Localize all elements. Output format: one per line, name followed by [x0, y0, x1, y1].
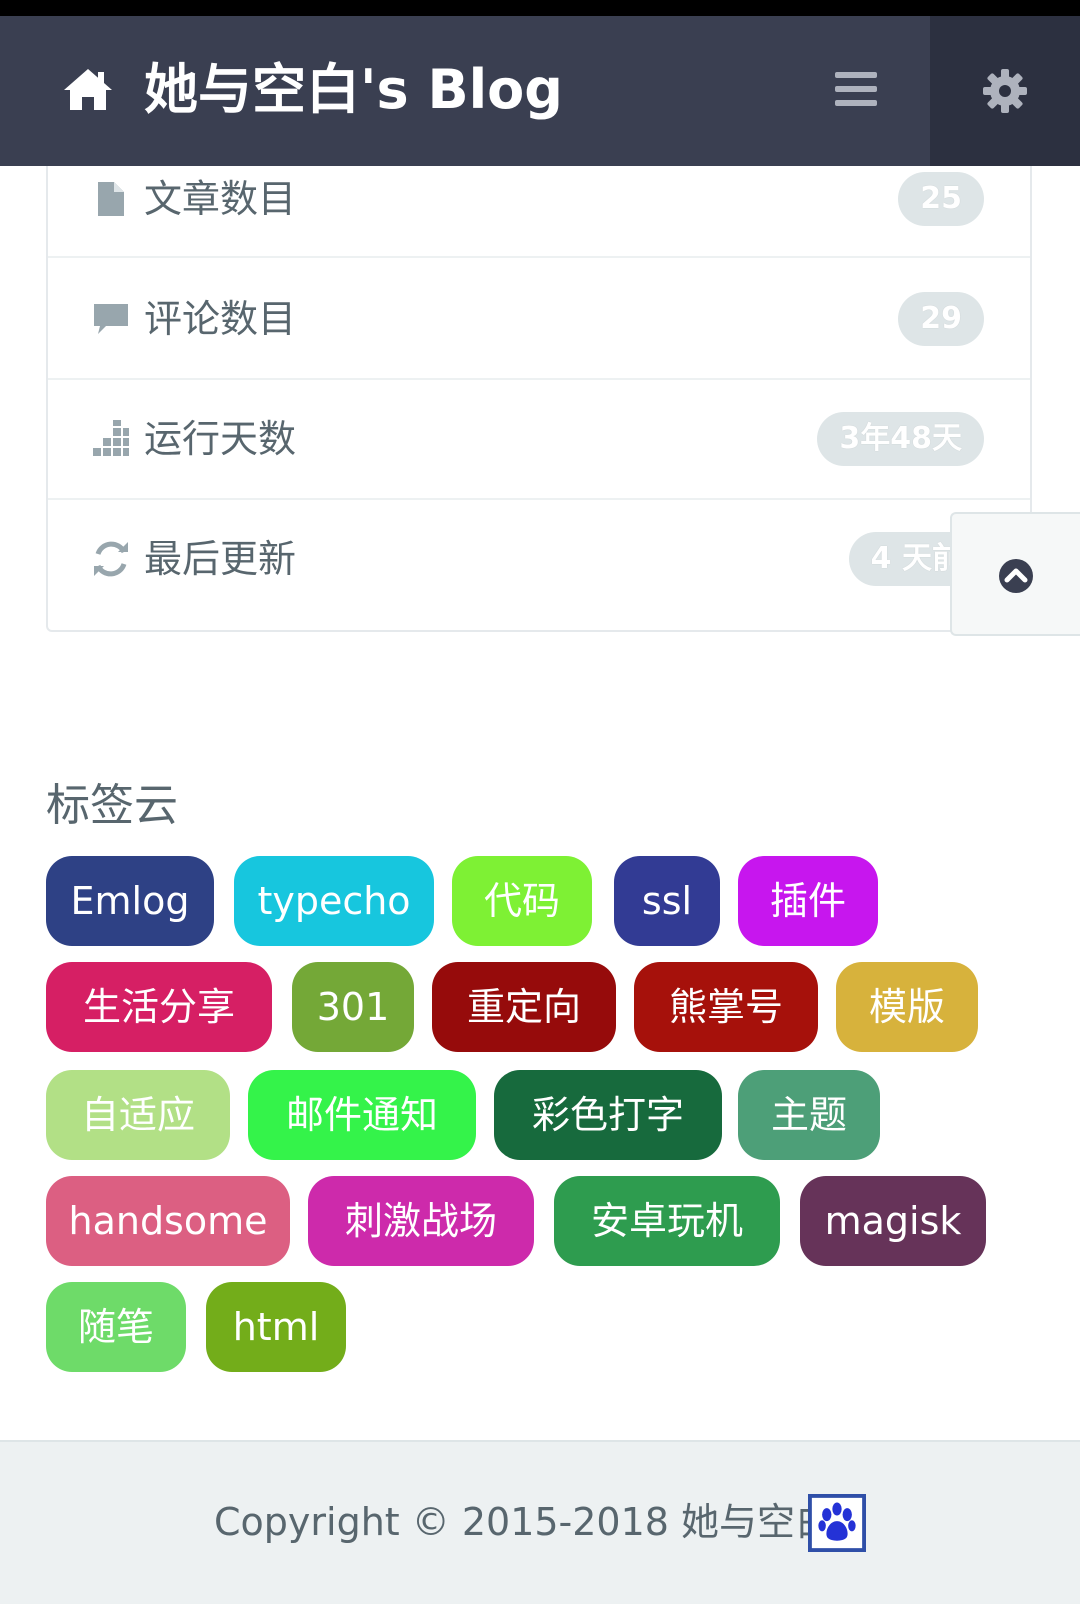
menu-icon[interactable]: [835, 70, 877, 108]
tag-link[interactable]: 插件: [738, 856, 878, 946]
tag-link[interactable]: 模版: [836, 962, 978, 1052]
stat-label: 文章数目: [144, 177, 297, 221]
tag-link[interactable]: 熊掌号: [634, 962, 818, 1052]
tag-link[interactable]: 生活分享: [46, 962, 272, 1052]
tag-link[interactable]: 代码: [452, 856, 592, 946]
tag-link[interactable]: 重定向: [432, 962, 616, 1052]
chevron-up-circle-icon[interactable]: [998, 558, 1034, 594]
tag-link[interactable]: 安卓玩机: [554, 1176, 780, 1266]
stat-count-badge: 25: [898, 172, 984, 226]
stat-count-badge: 3年48天: [817, 412, 984, 466]
tag-link[interactable]: typecho: [234, 856, 434, 946]
stat-item-comments: 评论数目 29: [48, 258, 1030, 380]
tag-link[interactable]: 邮件通知: [248, 1070, 476, 1160]
stat-item-posts: 文章数目 25: [48, 136, 1030, 258]
tag-link[interactable]: 主题: [738, 1070, 880, 1160]
stat-label: 评论数目: [144, 297, 297, 341]
tag-link[interactable]: handsome: [46, 1176, 290, 1266]
stat-label: 最后更新: [144, 537, 297, 581]
tag-link[interactable]: 刺激战场: [308, 1176, 534, 1266]
footer: Copyright © 2015-2018 她与空白: [0, 1440, 1080, 1604]
stat-count-badge: 29: [898, 292, 984, 346]
site-brand[interactable]: 她与空白's Blog: [144, 54, 563, 126]
tag-link[interactable]: magisk: [800, 1176, 986, 1266]
tag-link[interactable]: 301: [292, 962, 414, 1052]
comment-icon: [94, 304, 128, 334]
tag-link[interactable]: ssl: [614, 856, 720, 946]
tag-link[interactable]: html: [206, 1282, 346, 1372]
bar-chart-icon: [93, 420, 129, 456]
tag-link[interactable]: 彩色打字: [494, 1070, 722, 1160]
tag-link[interactable]: 自适应: [46, 1070, 230, 1160]
file-icon: [98, 182, 124, 216]
stat-item-uptime: 运行天数 3年48天: [48, 378, 1030, 500]
stat-item-last-update: 最后更新 4 天前: [48, 498, 1030, 620]
tag-link[interactable]: Emlog: [46, 856, 214, 946]
home-icon[interactable]: [62, 66, 114, 112]
gear-icon[interactable]: [982, 68, 1028, 114]
tag-link[interactable]: 随笔: [46, 1282, 186, 1372]
status-bar-strip: [0, 0, 1080, 16]
back-to-top-button[interactable]: [950, 512, 1080, 636]
copyright-text: Copyright © 2015-2018 她与空白: [214, 1500, 834, 1544]
tagcloud-title: 标签云: [46, 780, 178, 831]
refresh-icon: [94, 541, 128, 577]
stat-label: 运行天数: [144, 417, 297, 461]
paw-icon[interactable]: [808, 1494, 866, 1552]
blog-stats-panel: 文章数目 25 评论数目 29 运行天数 3年48天 最后更新 4 天前: [46, 166, 1032, 632]
